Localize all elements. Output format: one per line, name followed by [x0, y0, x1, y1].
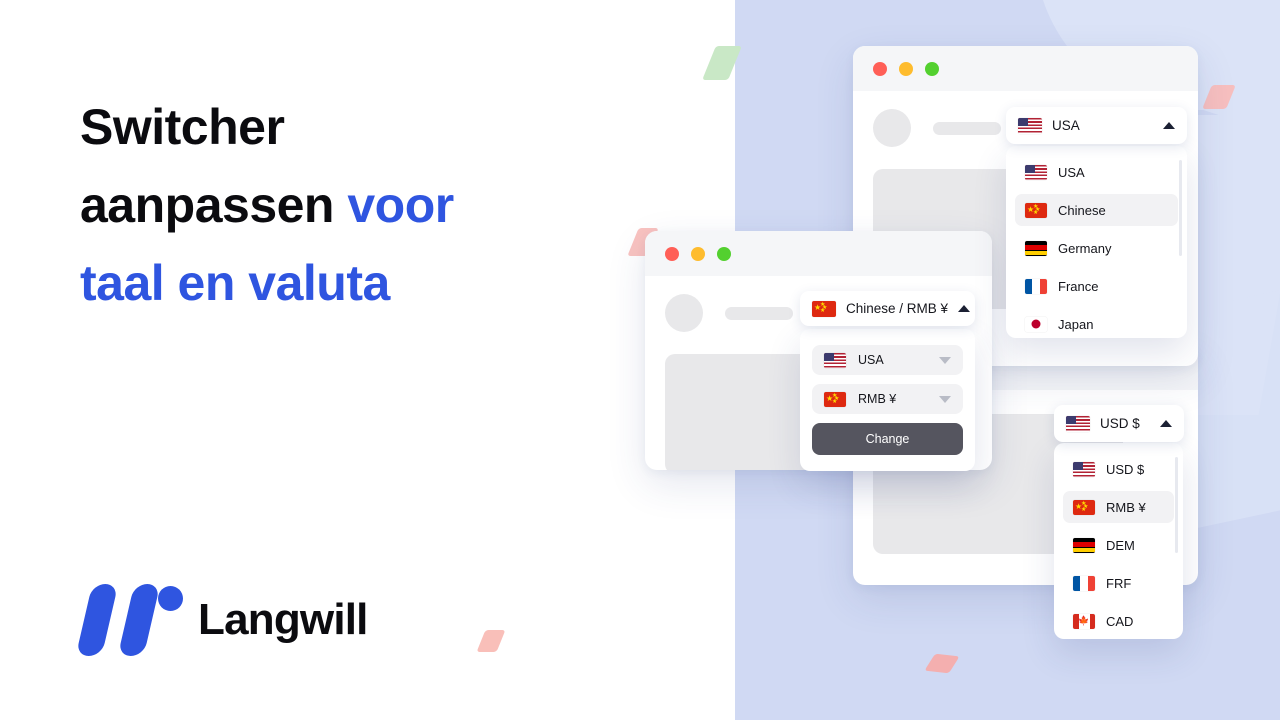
currency-option-usd[interactable]: USD $ [1063, 453, 1174, 485]
chevron-down-icon[interactable] [939, 395, 951, 403]
currency-option-frf[interactable]: FRF [1063, 567, 1174, 599]
maximize-button[interactable] [717, 246, 731, 261]
currency-option-label: CAD [1106, 613, 1134, 629]
logo-stroke-right [117, 584, 161, 656]
language-option-usa[interactable]: USA [1015, 156, 1178, 188]
flag-usa-icon [1073, 461, 1095, 477]
dropdown-scrollbar[interactable] [1175, 457, 1178, 553]
slide-canvas: Switcher aanpassen voor taal en valuta L… [0, 0, 1280, 720]
flag-china-icon: ★ ★ ★ ★ [1073, 499, 1095, 515]
w-logo-icon [75, 584, 183, 656]
caret-up-icon[interactable] [1160, 420, 1172, 427]
flag-usa-icon [1018, 117, 1042, 134]
flag-canada-icon: 🍁 [1073, 613, 1095, 629]
currency-option-label: DEM [1106, 537, 1135, 553]
language-option-label: Germany [1058, 240, 1112, 256]
currency-select-label: RMB ¥ [858, 392, 897, 406]
minimize-button[interactable] [691, 246, 705, 261]
switcher-trigger-label: Chinese / RMB ¥ [846, 301, 949, 316]
language-option-germany[interactable]: Germany [1015, 232, 1178, 264]
brand-name: Langwill [198, 595, 368, 644]
language-select-label: USA [858, 353, 884, 367]
flag-japan-icon [1025, 316, 1047, 332]
currency-option-label: FRF [1106, 575, 1132, 591]
close-button[interactable] [873, 61, 887, 76]
language-trigger-label: USA [1052, 118, 1080, 133]
combined-switcher-trigger[interactable]: ★ ★ ★ ★ Chinese / RMB ¥ [800, 291, 975, 326]
language-option-chinese[interactable]: ★ ★ ★ ★ Chinese [1015, 194, 1178, 226]
headline-line-2-black: aanpassen [80, 177, 348, 233]
language-option-france[interactable]: France [1015, 270, 1178, 302]
flag-usa-icon [1066, 415, 1090, 432]
window-titlebar-switcher [645, 231, 992, 276]
flag-china-icon: ★ ★ ★ ★ [812, 300, 836, 317]
caret-up-icon[interactable] [958, 305, 971, 312]
flag-france-icon [1025, 278, 1047, 294]
language-option-label: USA [1058, 164, 1085, 180]
headline-line-2-accent: voor [347, 177, 454, 233]
headline-line-3-accent: taal en valuta [80, 255, 390, 311]
flag-china-icon: ★ ★ ★ ★ [824, 391, 846, 407]
maximize-button[interactable] [925, 61, 939, 76]
flag-france-icon [1073, 575, 1095, 591]
currency-dropdown-list[interactable]: USD $ ★ ★ ★ ★ RMB ¥ DEM FRF 🍁 CAD [1054, 443, 1183, 639]
caret-up-icon[interactable] [1163, 122, 1175, 129]
change-button[interactable]: Change [812, 423, 963, 455]
language-option-label: Japan [1058, 316, 1094, 332]
flag-usa-icon [1025, 164, 1047, 180]
language-option-label: France [1058, 278, 1099, 294]
currency-select-row[interactable]: ★ ★ ★ ★ RMB ¥ [812, 384, 963, 414]
currency-trigger-label: USD $ [1100, 416, 1140, 431]
flag-germany-icon [1073, 537, 1095, 553]
switcher-panel[interactable]: USA ★ ★ ★ ★ RMB ¥ Change [800, 329, 975, 471]
brand-logo: Langwill [75, 584, 368, 656]
page-title: Switcher aanpassen voor taal en valuta [80, 88, 600, 322]
pink-parallelogram-white-icon [476, 630, 506, 652]
skeleton-content-block [665, 354, 815, 470]
window-titlebar-language [853, 46, 1198, 91]
close-button[interactable] [665, 246, 679, 261]
currency-option-dem[interactable]: DEM [1063, 529, 1174, 561]
language-option-label: Chinese [1058, 202, 1106, 218]
currency-option-cad[interactable]: 🍁 CAD [1063, 605, 1174, 637]
dropdown-scrollbar[interactable] [1179, 160, 1182, 256]
chevron-down-icon[interactable] [939, 356, 951, 364]
flag-germany-icon [1025, 240, 1047, 256]
language-switcher-trigger[interactable]: USA [1006, 107, 1187, 144]
logo-dot [158, 586, 183, 611]
currency-option-rmb[interactable]: ★ ★ ★ ★ RMB ¥ [1063, 491, 1174, 523]
text-placeholder [725, 306, 793, 320]
minimize-button[interactable] [899, 61, 913, 76]
currency-option-label: USD $ [1106, 461, 1145, 477]
headline-line-1: Switcher [80, 99, 285, 155]
logo-stroke-left [75, 584, 119, 656]
language-select-row[interactable]: USA [812, 345, 963, 375]
currency-option-label: RMB ¥ [1106, 499, 1146, 515]
flag-usa-icon [824, 352, 846, 368]
currency-switcher-trigger[interactable]: USD $ [1054, 405, 1184, 442]
flag-china-icon: ★ ★ ★ ★ [1025, 202, 1047, 218]
avatar-placeholder [665, 294, 703, 332]
avatar-placeholder [873, 109, 911, 147]
text-placeholder [933, 121, 1001, 135]
language-option-japan[interactable]: Japan [1015, 308, 1178, 338]
language-dropdown-list[interactable]: USA ★ ★ ★ ★ Chinese Germany France Japan [1006, 146, 1187, 338]
